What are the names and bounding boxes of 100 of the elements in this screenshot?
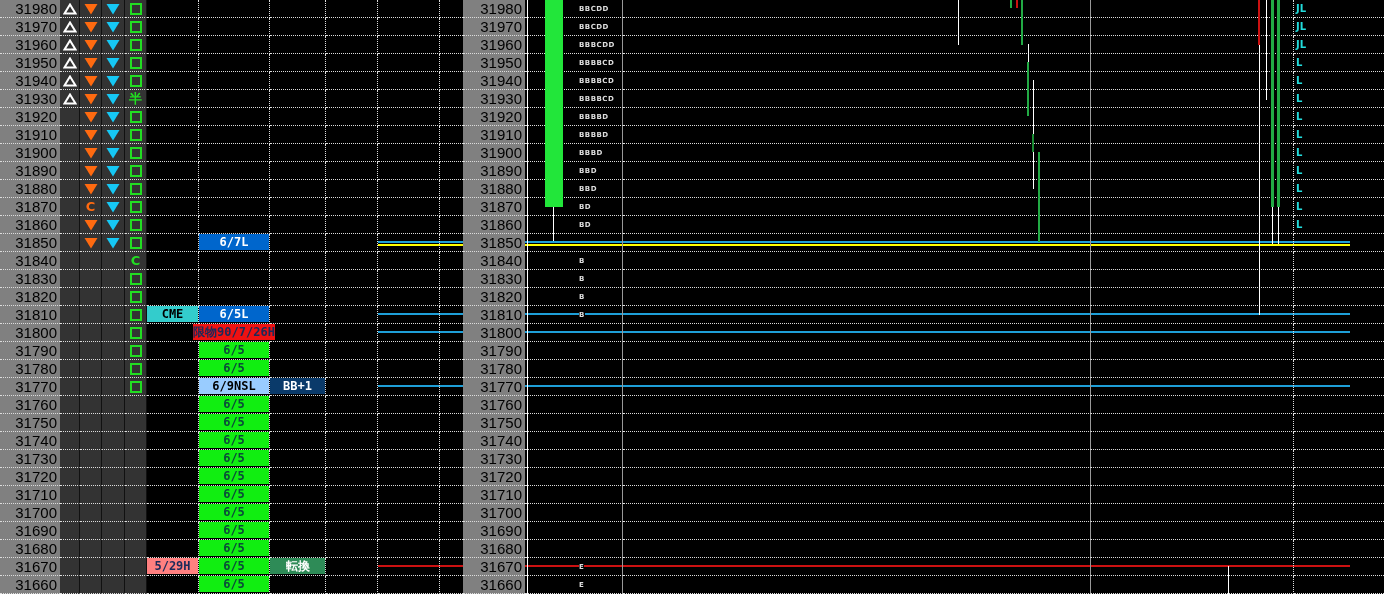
price-cell: 31910 xyxy=(0,126,60,144)
price-cell: 31870 xyxy=(463,198,525,216)
square-icon xyxy=(129,236,142,249)
down-triangle-icon xyxy=(106,218,120,231)
price-cell: 31770 xyxy=(463,378,525,396)
down-triangle-icon xyxy=(106,182,120,195)
price-cell: 31820 xyxy=(0,288,60,306)
down-triangle-icon xyxy=(83,92,98,105)
level-tag: 6/5 xyxy=(199,522,269,538)
price-cell: 31930 xyxy=(463,90,525,108)
profile-letters: JL xyxy=(1296,21,1307,32)
price-cell: 31800 xyxy=(463,324,525,342)
price-cell: 31980 xyxy=(0,0,60,18)
square-icon xyxy=(129,56,142,69)
price-cell: 31760 xyxy=(0,396,60,414)
price-cell: 31790 xyxy=(463,342,525,360)
price-cell: 31690 xyxy=(463,522,525,540)
square-icon xyxy=(129,182,142,195)
square-icon xyxy=(129,38,142,51)
price-cell: 31840 xyxy=(0,252,60,270)
price-cell: 31870 xyxy=(0,198,60,216)
down-triangle-icon xyxy=(106,164,120,177)
profile-letters: L xyxy=(1296,57,1303,68)
down-triangle-icon xyxy=(83,20,98,33)
price-cell: 31700 xyxy=(0,504,60,522)
price-cell: 31850 xyxy=(463,234,525,252)
price-cell: 31900 xyxy=(0,144,60,162)
price-cell: 31710 xyxy=(0,486,60,504)
down-triangle-icon xyxy=(106,200,120,213)
level-tag: 6/5 xyxy=(199,540,269,556)
profile-letters: L xyxy=(1296,147,1303,158)
price-cell: 31770 xyxy=(0,378,60,396)
price-cell: 31950 xyxy=(463,54,525,72)
square-icon xyxy=(129,344,142,357)
price-cell: 31910 xyxy=(463,126,525,144)
price-cell: 31950 xyxy=(0,54,60,72)
level-tag: 6/5L xyxy=(199,306,269,322)
square-icon xyxy=(129,110,142,123)
down-triangle-icon xyxy=(83,74,98,87)
price-cell: 31810 xyxy=(463,306,525,324)
candle-wick xyxy=(553,207,554,241)
down-triangle-icon xyxy=(83,236,98,249)
price-cell: 31730 xyxy=(463,450,525,468)
price-cell: 31940 xyxy=(0,72,60,90)
price-cell: 31850 xyxy=(0,234,60,252)
price-cell: 31680 xyxy=(0,540,60,558)
down-triangle-icon xyxy=(83,182,98,195)
price-cell: 31760 xyxy=(463,396,525,414)
price-cell: 31700 xyxy=(463,504,525,522)
marker-letter: C xyxy=(85,200,96,213)
profile-letters: L xyxy=(1296,183,1303,194)
candle-wick xyxy=(1228,566,1229,594)
down-triangle-icon xyxy=(106,110,120,123)
profile-letters: L xyxy=(1296,93,1303,104)
down-triangle-icon xyxy=(83,110,98,123)
profile-letters: L xyxy=(1296,75,1303,86)
level-tag: 6/5 xyxy=(199,486,269,502)
down-triangle-icon xyxy=(106,56,120,69)
level-tag: BB+1 xyxy=(270,378,325,394)
square-icon xyxy=(129,308,142,321)
price-cell: 31900 xyxy=(463,144,525,162)
down-triangle-icon xyxy=(83,128,98,141)
down-triangle-icon xyxy=(83,218,98,231)
candle-wick xyxy=(1272,207,1273,244)
candle-wick xyxy=(958,0,959,45)
level-tag: 6/5 xyxy=(199,558,269,574)
candle-wick xyxy=(1278,207,1279,244)
profile-letters: JL xyxy=(1296,39,1307,50)
down-triangle-icon xyxy=(83,56,98,69)
level-tag: 6/5 xyxy=(199,414,269,430)
price-cell: 31670 xyxy=(463,558,525,576)
profile-letters: L xyxy=(1296,129,1303,140)
square-icon xyxy=(129,164,142,177)
square-icon xyxy=(129,362,142,375)
candle-wick xyxy=(1028,44,1029,62)
price-cell: 31940 xyxy=(463,72,525,90)
square-icon xyxy=(129,290,142,303)
price-cell: 31750 xyxy=(0,414,60,432)
marker-letter: C xyxy=(130,254,141,267)
price-cell: 31920 xyxy=(0,108,60,126)
price-cell: 31740 xyxy=(463,432,525,450)
square-icon xyxy=(129,326,142,339)
down-triangle-icon xyxy=(83,2,98,15)
price-cell: 31860 xyxy=(463,216,525,234)
level-tag: 6/5 xyxy=(199,576,269,592)
profile-letters: L xyxy=(1296,219,1303,230)
square-icon xyxy=(129,20,142,33)
price-cell: 31720 xyxy=(0,468,60,486)
down-triangle-icon xyxy=(106,38,120,51)
price-cell: 31680 xyxy=(463,540,525,558)
price-cell: 31710 xyxy=(463,486,525,504)
price-cell: 31880 xyxy=(0,180,60,198)
square-icon xyxy=(129,2,142,15)
price-cell: 31730 xyxy=(0,450,60,468)
level-tag: 6/7L xyxy=(199,234,269,250)
profile-letters: L xyxy=(1296,111,1303,122)
price-cell: 31890 xyxy=(463,162,525,180)
level-tag: 6/5 xyxy=(199,396,269,412)
level-tag: 限物90/7/26H xyxy=(193,324,275,340)
price-cell: 31740 xyxy=(0,432,60,450)
